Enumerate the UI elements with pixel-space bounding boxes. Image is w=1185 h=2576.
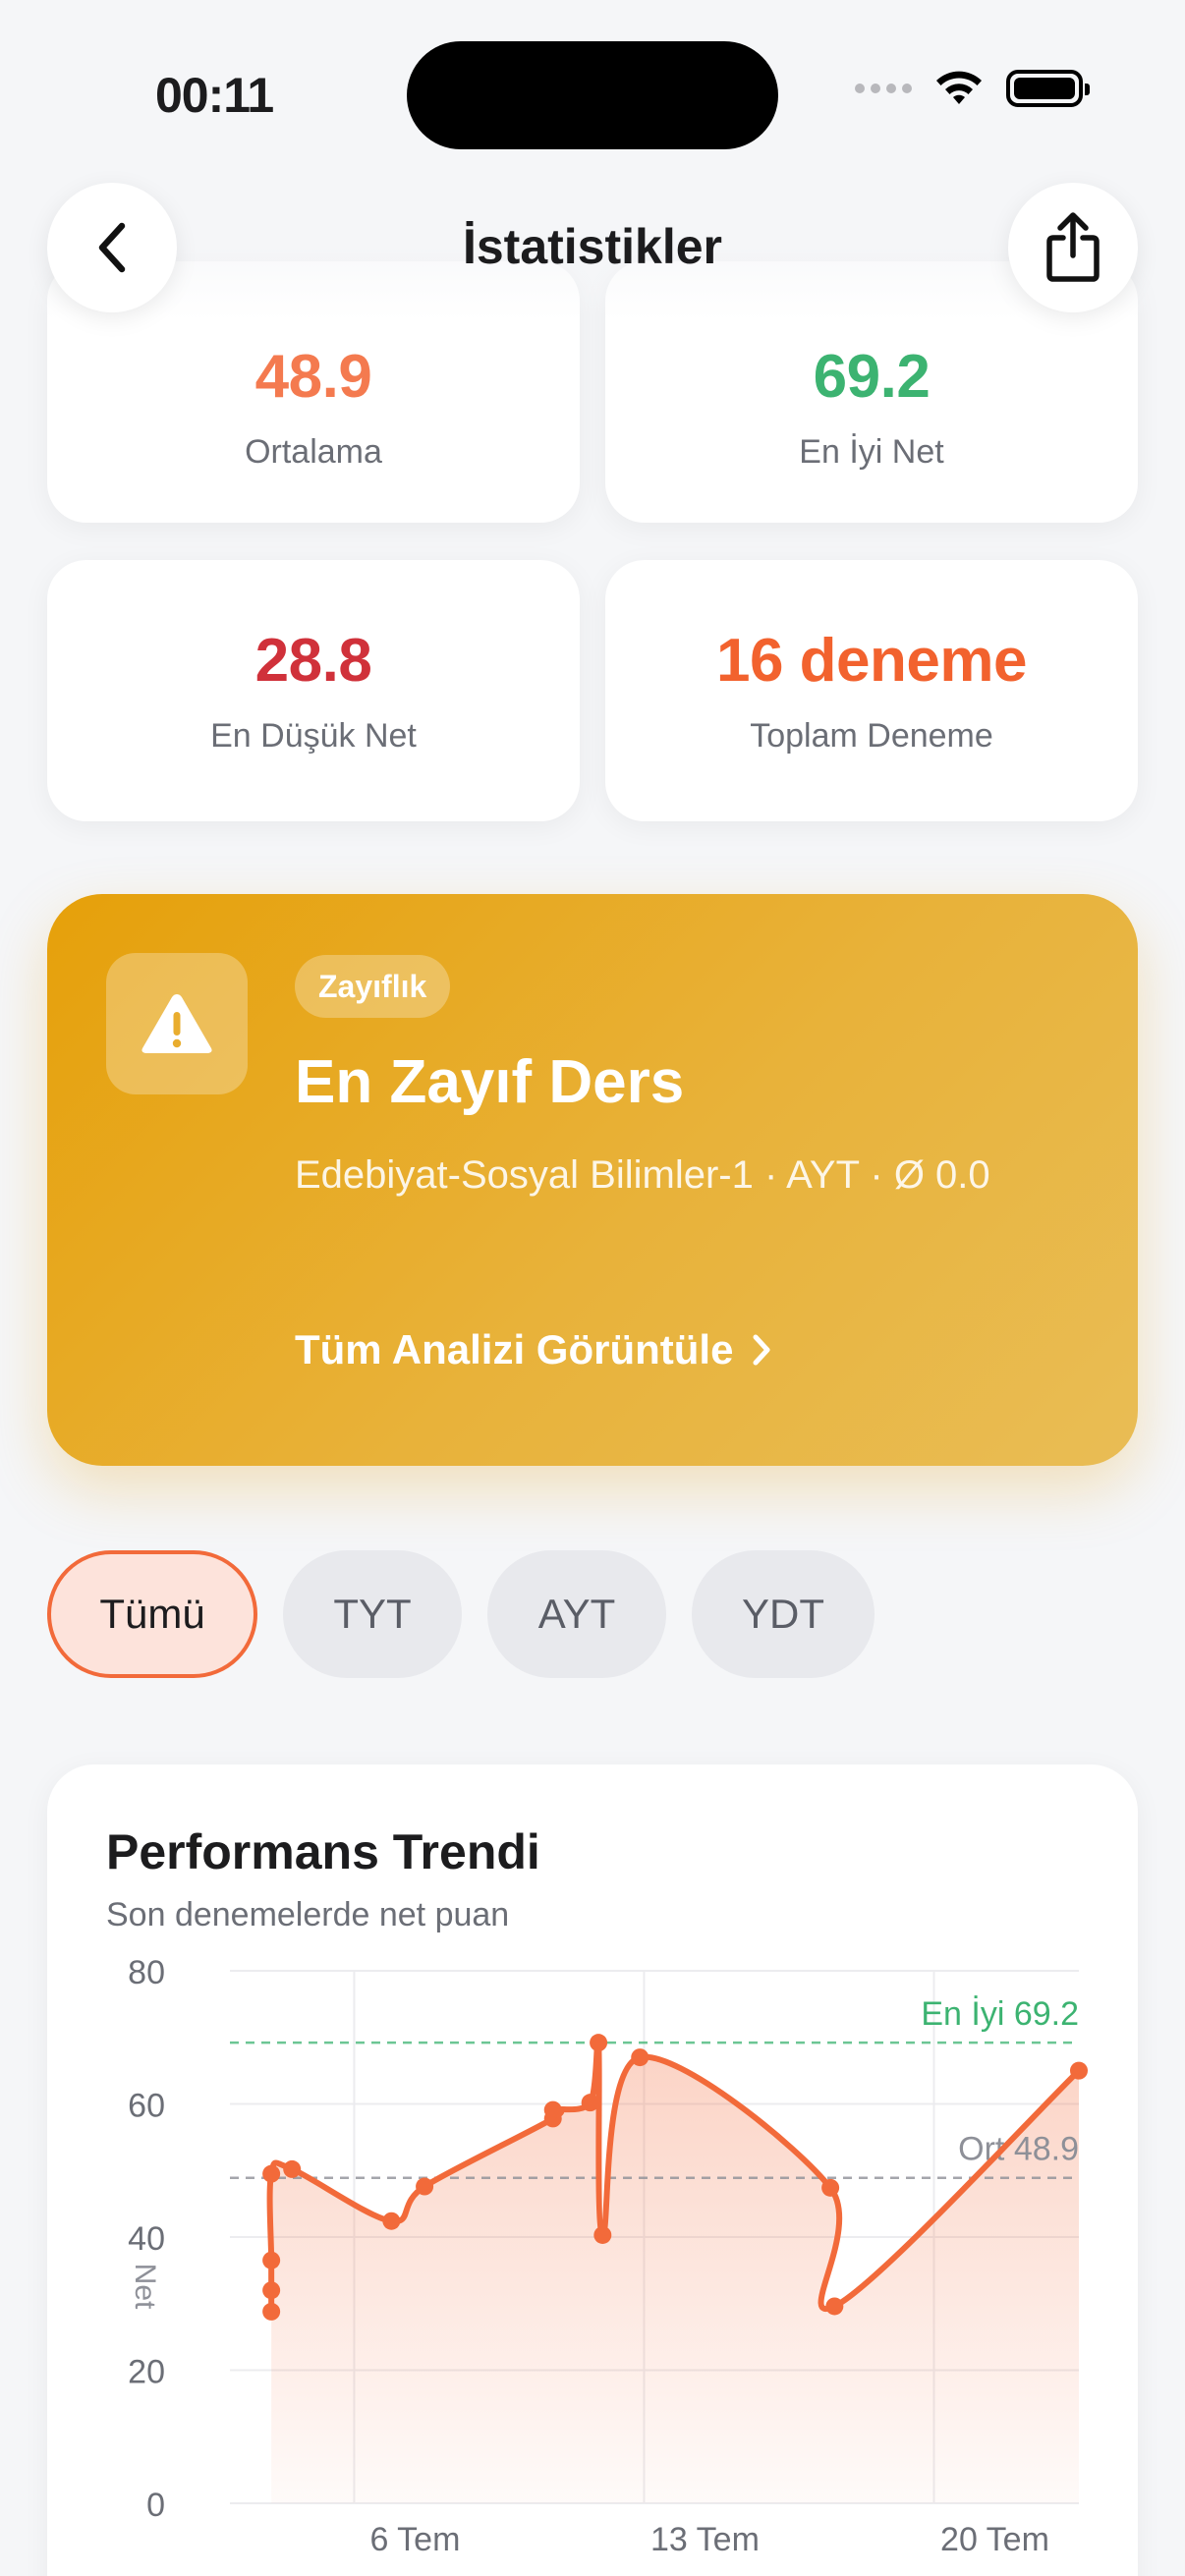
filter-chip-ayt[interactable]: AYT: [487, 1550, 666, 1678]
wifi-icon: [936, 71, 982, 104]
y-tick-label: 0: [146, 2487, 165, 2524]
x-tick-label: 13 Tem: [650, 2521, 760, 2558]
data-point: [262, 2164, 281, 2183]
series-area: [269, 2038, 1079, 2503]
stat-card-lowest: 28.8 En Düşük Net: [47, 560, 580, 821]
y-axis-label: Net: [129, 2264, 161, 2310]
weakness-detail: Edebiyat-Sosyal Bilimler-1 · AYT · Ø 0.0: [295, 1153, 990, 1197]
chevron-right-icon: [753, 1334, 770, 1366]
data-point: [593, 2225, 612, 2244]
share-button[interactable]: [1008, 183, 1138, 312]
status-bar: 00:11: [0, 0, 1185, 187]
stat-label: En Düşük Net: [210, 717, 417, 755]
view-analysis-label: Tüm Analizi Görüntüle: [295, 1326, 734, 1372]
x-tick-label: 6 Tem: [369, 2521, 460, 2558]
performance-chart: 0 20 40 60 80 6 Tem 13 Tem 20 Tem Net En İyi 69.2…: [128, 1954, 1088, 2558]
stat-value: 28.8: [254, 627, 372, 695]
stat-card-total: 16 deneme Toplam Deneme: [605, 560, 1138, 821]
stat-value: 16 deneme: [715, 627, 1028, 695]
status-indicators: [855, 69, 1090, 108]
filter-chip-ydt[interactable]: YDT: [692, 1550, 875, 1678]
cellular-signal-icon: [855, 84, 912, 93]
filter-chip-tyt[interactable]: TYT: [283, 1550, 462, 1678]
data-point: [382, 2212, 401, 2230]
y-tick-label: 60: [128, 2088, 165, 2125]
data-point: [581, 2094, 599, 2112]
performance-chart-card: Performans Trendi Son denemelerde net pu…: [47, 1764, 1138, 2576]
y-tick-label: 20: [128, 2354, 165, 2391]
stat-value: 69.2: [813, 343, 931, 411]
data-point: [825, 2297, 844, 2316]
data-point: [283, 2159, 302, 2178]
warning-icon-box: [106, 953, 248, 1094]
data-point: [262, 2281, 281, 2300]
status-time: 00:11: [155, 68, 274, 123]
x-tick-label: 20 Tem: [940, 2521, 1049, 2558]
data-point: [543, 2100, 562, 2119]
y-tick-label: 40: [128, 2220, 165, 2258]
stat-value: 48.9: [254, 343, 372, 411]
filter-chips: Tümü TYT AYT YDT: [47, 1550, 875, 1678]
stat-label: Toplam Deneme: [750, 717, 993, 755]
view-analysis-link[interactable]: Tüm Analizi Görüntüle: [295, 1326, 772, 1373]
data-point: [262, 2302, 281, 2321]
dynamic-island: [407, 41, 778, 149]
filter-chip-tumu[interactable]: Tümü: [47, 1550, 257, 1678]
stat-label: Ortalama: [245, 433, 382, 471]
weakness-card[interactable]: Zayıflık En Zayıf Ders Edebiyat-Sosyal B…: [47, 894, 1138, 1466]
data-point: [416, 2177, 434, 2196]
weakness-title: En Zayıf Ders: [295, 1048, 685, 1116]
battery-icon: [1006, 70, 1090, 107]
warning-icon: [141, 994, 212, 1053]
data-point: [262, 2251, 281, 2269]
y-tick-label: 80: [128, 1954, 165, 1991]
reference-line-label: En İyi 69.2: [921, 1995, 1079, 2033]
data-point: [1070, 2061, 1088, 2080]
data-point: [590, 2034, 608, 2052]
data-point: [821, 2178, 840, 2197]
share-icon: [1046, 212, 1100, 282]
weakness-badge: Zayıflık: [295, 955, 451, 1018]
data-point: [631, 2048, 649, 2067]
stat-label: En İyi Net: [799, 433, 944, 471]
